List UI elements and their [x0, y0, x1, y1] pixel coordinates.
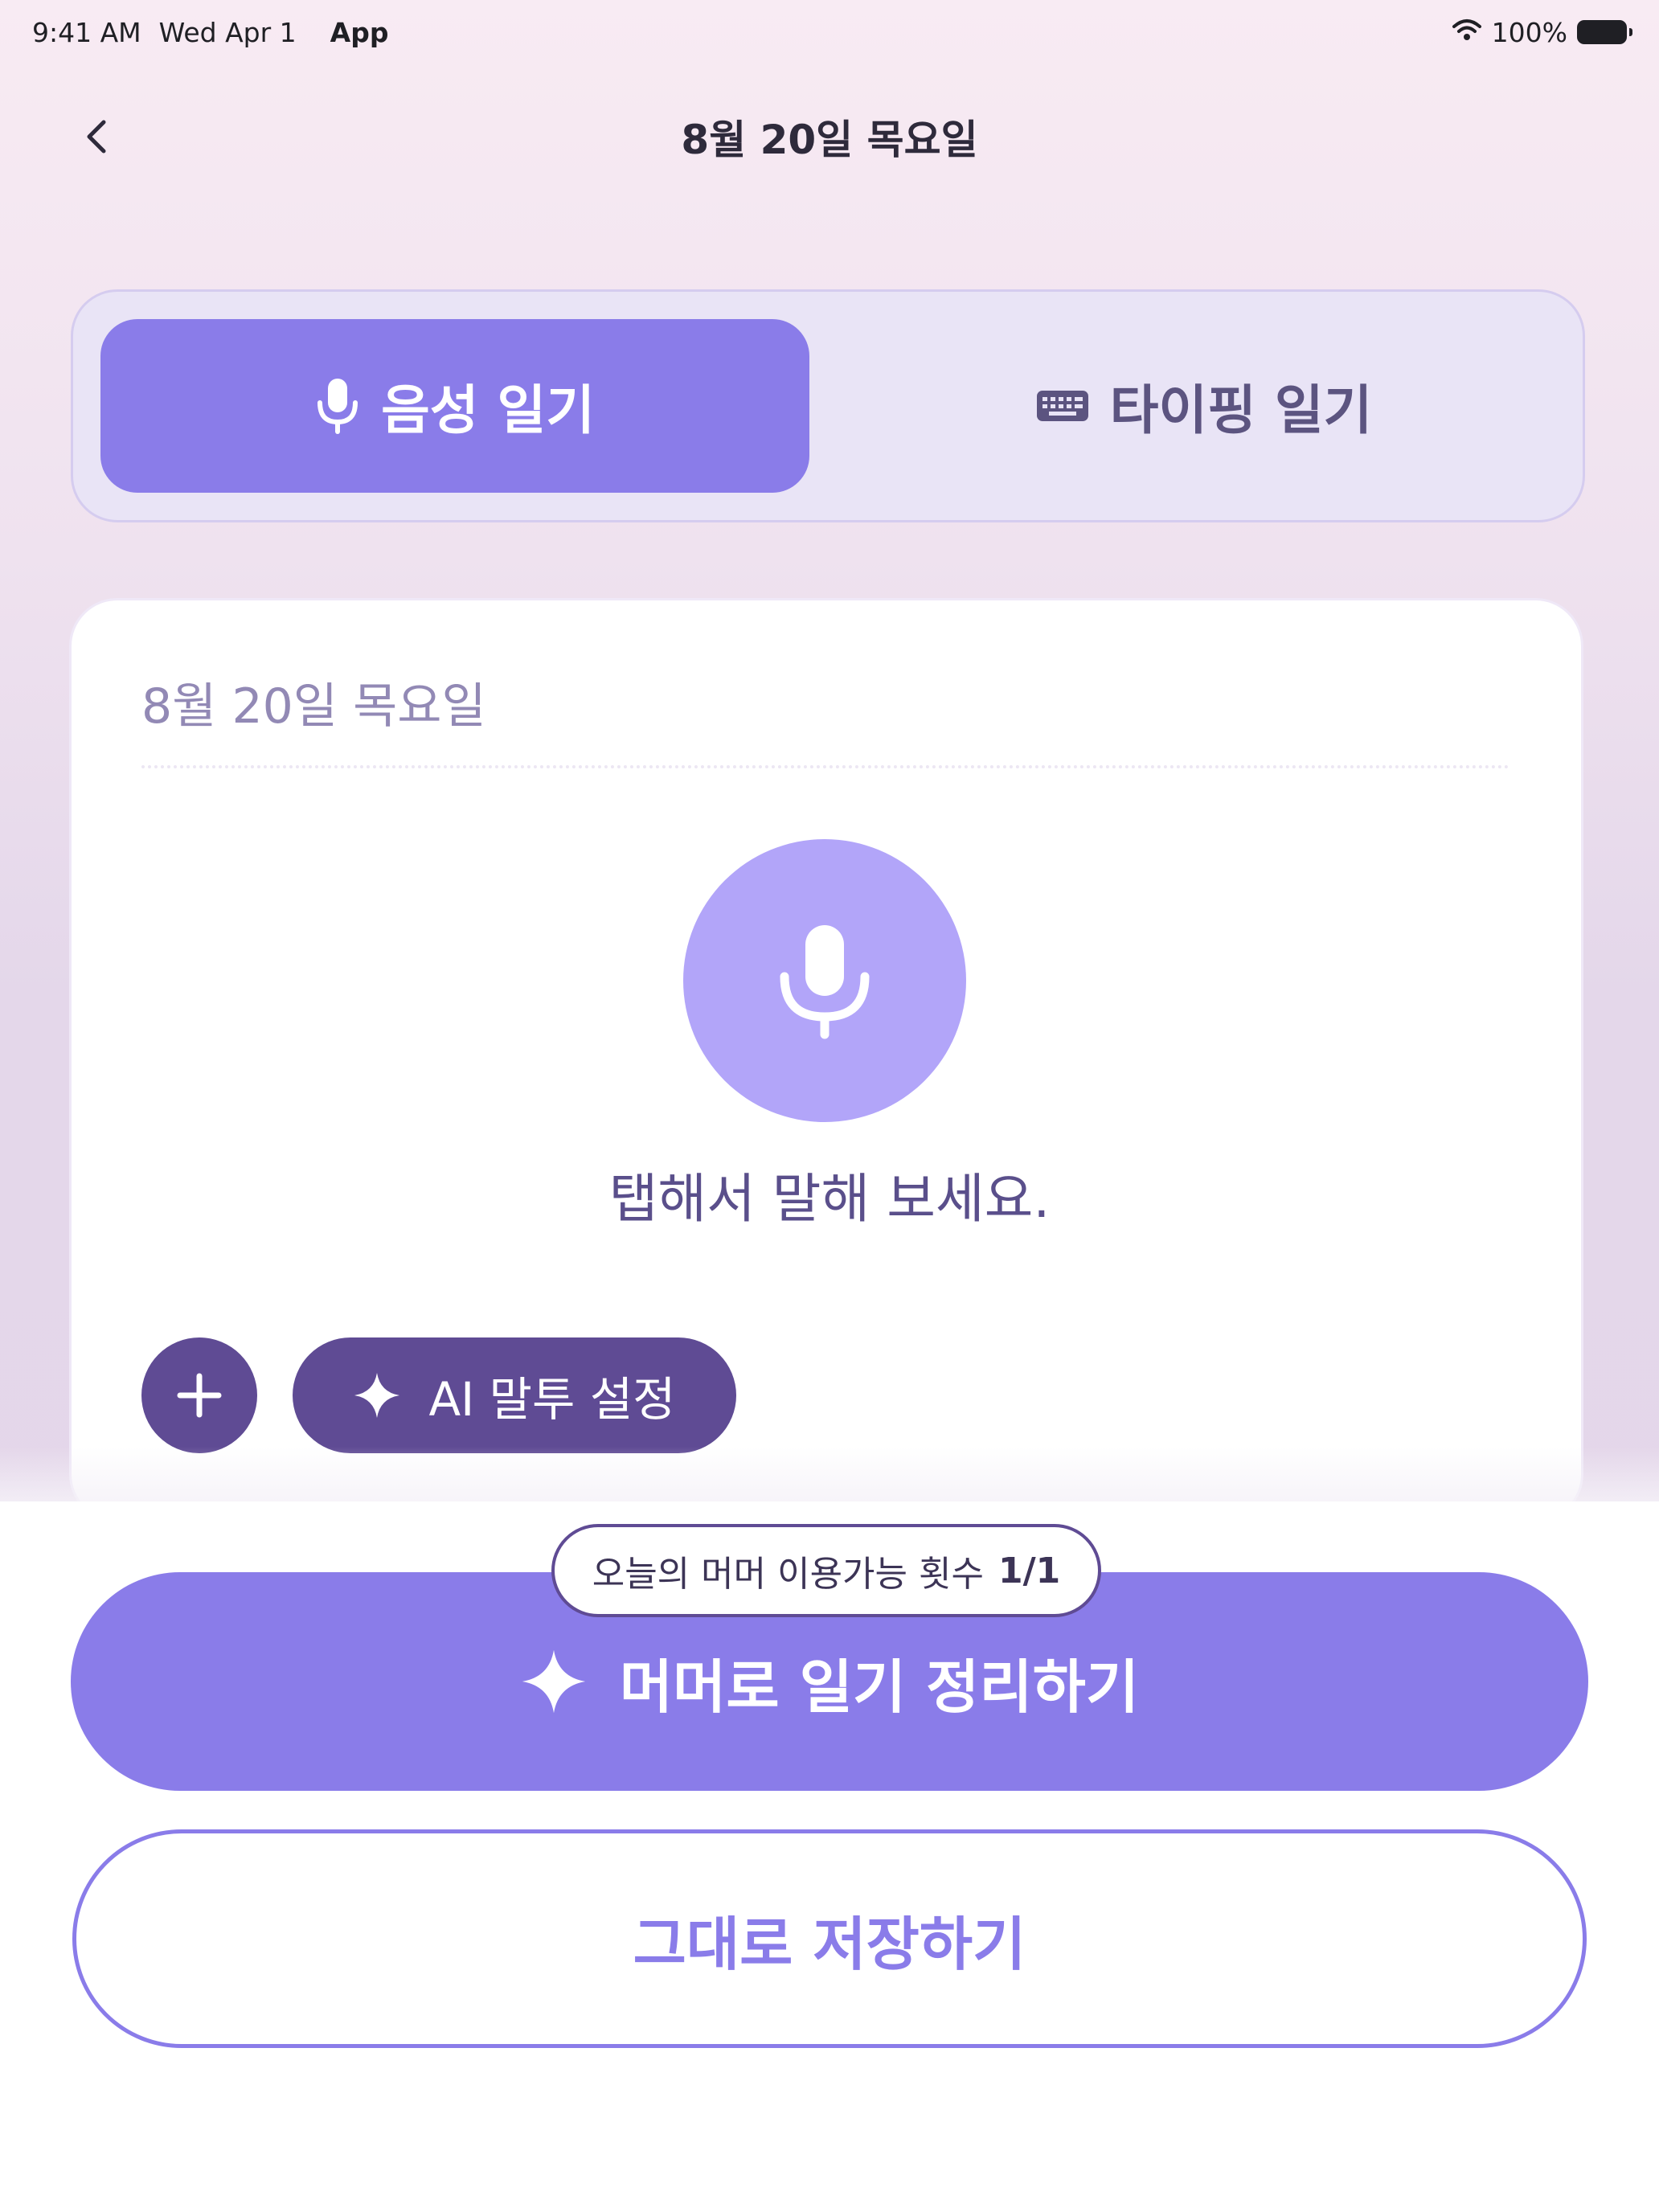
status-date: Wed Apr 1 — [158, 16, 297, 48]
tab-typing-diary-label: 타이핑 일기 — [1109, 379, 1373, 441]
summarize-with-mummer-label: 머머로 일기 정리하기 — [619, 1653, 1140, 1721]
ai-tone-setting-label: AI 말투 설정 — [428, 1372, 676, 1427]
record-hint: 탭해서 말해 보세요. — [608, 1168, 1051, 1230]
tab-voice-diary[interactable]: 음성 일기 — [100, 319, 809, 493]
back-button[interactable] — [71, 104, 122, 169]
sheet-shadow — [0, 1447, 1659, 1503]
diary-date: 8월 20일 목요일 — [141, 678, 486, 735]
save-as-is-button[interactable]: 그대로 저장하기 — [72, 1829, 1587, 2048]
dotted-divider — [141, 765, 1509, 768]
microphone-icon — [317, 379, 358, 434]
battery-icon — [1577, 20, 1632, 44]
diary-mode-switch: 음성 일기 타이핑 일기 — [71, 289, 1585, 522]
tab-voice-diary-label: 음성 일기 — [381, 379, 595, 441]
save-as-is-label: 그대로 저장하기 — [633, 1910, 1026, 1978]
plus-icon — [177, 1373, 222, 1418]
tab-typing-diary[interactable]: 타이핑 일기 — [850, 319, 1559, 493]
record-button[interactable] — [683, 839, 966, 1122]
add-button[interactable] — [141, 1337, 257, 1453]
status-bar-right: 100% — [1452, 14, 1632, 50]
battery-percent: 100% — [1491, 16, 1567, 48]
microphone-icon — [780, 925, 870, 1039]
usage-quota-label: 오늘의 머머 이용가능 횟수 — [592, 1554, 984, 1595]
ai-tone-setting-button[interactable]: AI 말투 설정 — [293, 1337, 736, 1453]
wifi-icon — [1452, 17, 1482, 48]
keyboard-icon — [1036, 391, 1088, 421]
usage-quota-count: 1/1 — [997, 1550, 1061, 1591]
sparkle-icon — [522, 1649, 586, 1714]
usage-quota-badge: 오늘의 머머 이용가능 횟수 1/1 — [551, 1524, 1101, 1617]
chevron-left-icon — [87, 120, 106, 154]
page-title: 8월 20일 목요일 — [681, 117, 978, 163]
sparkle-icon — [354, 1373, 400, 1418]
status-time: 9:41 AM — [32, 16, 141, 48]
status-app-label: App — [330, 16, 389, 48]
status-bar-left: 9:41 AM Wed Apr 1 App — [32, 14, 388, 50]
